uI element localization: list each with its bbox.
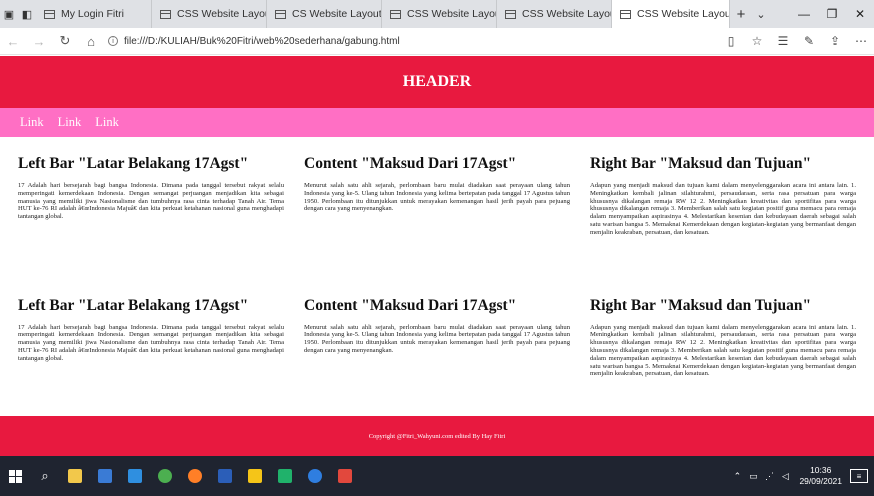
edge-icon[interactable] xyxy=(300,456,330,496)
more-icon[interactable]: ⋯ xyxy=(848,34,874,48)
show-hidden-icon[interactable]: ⌃ xyxy=(729,471,745,482)
tab-page-icon xyxy=(160,9,171,19)
browser-tab[interactable]: CSS Website Layout xyxy=(497,0,612,28)
reading-view-icon[interactable]: ▯ xyxy=(718,34,744,48)
restore-icon[interactable]: ❐ xyxy=(818,0,846,28)
content-text: Menurut salah satu ahli sejarah, perlomb… xyxy=(304,182,570,213)
content-text: Menurut salah satu ahli sejarah, perlomb… xyxy=(304,323,570,354)
refresh-icon[interactable]: ↻ xyxy=(52,33,78,49)
network-icon[interactable]: ⋰ xyxy=(761,471,777,482)
sketch-icon[interactable] xyxy=(270,456,300,496)
tab-actions-icon[interactable]: ▣ xyxy=(0,0,18,28)
browser-tab[interactable]: CSS Website Layout xyxy=(382,0,497,28)
left-bar-title: Left Bar "Latar Belakang 17Agst" xyxy=(18,296,249,314)
volume-icon[interactable]: ◁ xyxy=(777,471,793,482)
tab-page-icon xyxy=(275,9,286,19)
tab-preview-icon[interactable]: ◧ xyxy=(18,0,36,28)
content-row: Left Bar "Latar Belakang 17Agst" 17 Adal… xyxy=(0,155,874,237)
content-title: Content "Maksud Dari 17Agst" xyxy=(304,296,517,314)
url-text: file:///D:/KULIAH/Buk%20Fitri/web%20sede… xyxy=(124,35,400,47)
window-controls: — ❐ ✕ xyxy=(790,0,874,28)
notification-icon[interactable]: ≡ xyxy=(850,469,868,483)
tab-title: CSS Website Layout xyxy=(522,8,612,20)
battery-icon[interactable]: ▭ xyxy=(745,471,761,482)
bolt-icon[interactable] xyxy=(240,456,270,496)
clock-time: 10:36 xyxy=(810,465,832,475)
clock-date: 29/09/2021 xyxy=(799,476,842,486)
tab-dropdown-icon[interactable]: ⌄ xyxy=(752,8,770,21)
right-bar: Right Bar "Maksud dan Tujuan" Adapun yan… xyxy=(580,297,866,379)
left-bar-text: 17 Adalah hari bersejarah bagi bangsa In… xyxy=(18,182,284,221)
browser-tab[interactable]: CS Website Layout xyxy=(267,0,382,28)
windows-start-icon[interactable] xyxy=(0,456,30,496)
nav-link[interactable]: Link xyxy=(95,115,119,130)
content-column: Content "Maksud Dari 17Agst" Menurut sal… xyxy=(294,297,580,379)
info-icon[interactable]: i xyxy=(108,36,118,46)
minimize-icon[interactable]: — xyxy=(790,0,818,28)
forward-icon[interactable]: → xyxy=(26,34,52,49)
left-bar: Left Bar "Latar Belakang 17Agst" 17 Adal… xyxy=(8,155,294,237)
word-icon[interactable] xyxy=(210,456,240,496)
taskbar: ⌕ ⌃ ▭ ⋰ ◁ 10:36 29/09/2021 ≡ xyxy=(0,456,874,496)
office-icon[interactable] xyxy=(330,456,360,496)
favorites-list-icon[interactable]: ☰ xyxy=(770,34,796,48)
page-footer: Copyright @Fitri_Wahyuni.com edited By H… xyxy=(0,416,874,456)
tab-title: CSS Website Layout xyxy=(407,8,497,20)
content-row: Left Bar "Latar Belakang 17Agst" 17 Adal… xyxy=(0,297,874,379)
tab-title: CSS Website Layout xyxy=(177,8,267,20)
clock[interactable]: 10:36 29/09/2021 xyxy=(799,465,842,487)
address-bar: ← → ↻ ⌂ i file:///D:/KULIAH/Buk%20Fitri/… xyxy=(0,28,874,55)
pen-icon[interactable]: ✎ xyxy=(796,34,822,48)
right-bar-text: Adapun yang menjadi maksud dan tujuan ka… xyxy=(590,323,856,378)
file-explorer-icon[interactable] xyxy=(60,456,90,496)
tab-page-icon xyxy=(390,9,401,19)
browser-tab-strip: ▣ ◧ My Login Fitri CSS Website Layout CS… xyxy=(0,0,874,28)
browser-tab-active[interactable]: CSS Website Layou ✕ xyxy=(612,0,730,28)
home-icon[interactable]: ⌂ xyxy=(78,34,104,49)
left-bar-title: Left Bar "Latar Belakang 17Agst" xyxy=(18,155,249,172)
toolbar-actions: ▯ ☆ ☰ ✎ ⇪ ⋯ xyxy=(718,34,874,48)
content-title: Content "Maksud Dari 17Agst" xyxy=(304,155,517,172)
tab-title: CS Website Layout xyxy=(292,8,382,20)
back-icon[interactable]: ← xyxy=(0,34,26,49)
firefox-icon[interactable] xyxy=(180,456,210,496)
system-tray: ⌃ ▭ ⋰ ◁ 10:36 29/09/2021 ≡ xyxy=(729,456,874,496)
content-column: Content "Maksud Dari 17Agst" Menurut sal… xyxy=(294,155,580,237)
right-bar: Right Bar "Maksud dan Tujuan" Adapun yan… xyxy=(580,155,866,237)
close-window-icon[interactable]: ✕ xyxy=(846,0,874,28)
nav-bar: Link Link Link xyxy=(0,108,874,137)
tab-page-icon xyxy=(620,9,631,19)
tab-title: My Login Fitri xyxy=(61,8,125,20)
right-bar-text: Adapun yang menjadi maksud dan tujuan ka… xyxy=(590,182,856,236)
mail-icon[interactable] xyxy=(120,456,150,496)
right-bar-title: Right Bar "Maksud dan Tujuan" xyxy=(590,155,812,172)
nav-link[interactable]: Link xyxy=(58,115,82,130)
tab-page-icon xyxy=(505,9,516,19)
favorite-star-icon[interactable]: ☆ xyxy=(744,34,770,48)
web-page: HEADER Link Link Link Left Bar "Latar Be… xyxy=(0,56,874,456)
left-bar: Left Bar "Latar Belakang 17Agst" 17 Adal… xyxy=(8,297,294,379)
url-field[interactable]: i file:///D:/KULIAH/Buk%20Fitri/web%20se… xyxy=(108,36,718,47)
new-tab-button[interactable]: + xyxy=(730,6,752,23)
share-icon[interactable]: ⇪ xyxy=(822,34,848,48)
right-bar-title: Right Bar "Maksud dan Tujuan" xyxy=(590,296,812,314)
browser-tab[interactable]: My Login Fitri xyxy=(36,0,152,28)
chrome-icon[interactable] xyxy=(150,456,180,496)
store-icon[interactable] xyxy=(90,456,120,496)
left-bar-text: 17 Adalah hari bersejarah bagi bangsa In… xyxy=(18,323,284,362)
tab-page-icon xyxy=(44,9,55,19)
browser-tab[interactable]: CSS Website Layout xyxy=(152,0,267,28)
tab-title: CSS Website Layou xyxy=(637,8,730,20)
nav-link[interactable]: Link xyxy=(20,115,44,130)
search-icon[interactable]: ⌕ xyxy=(30,456,60,496)
page-header: HEADER xyxy=(0,56,874,108)
